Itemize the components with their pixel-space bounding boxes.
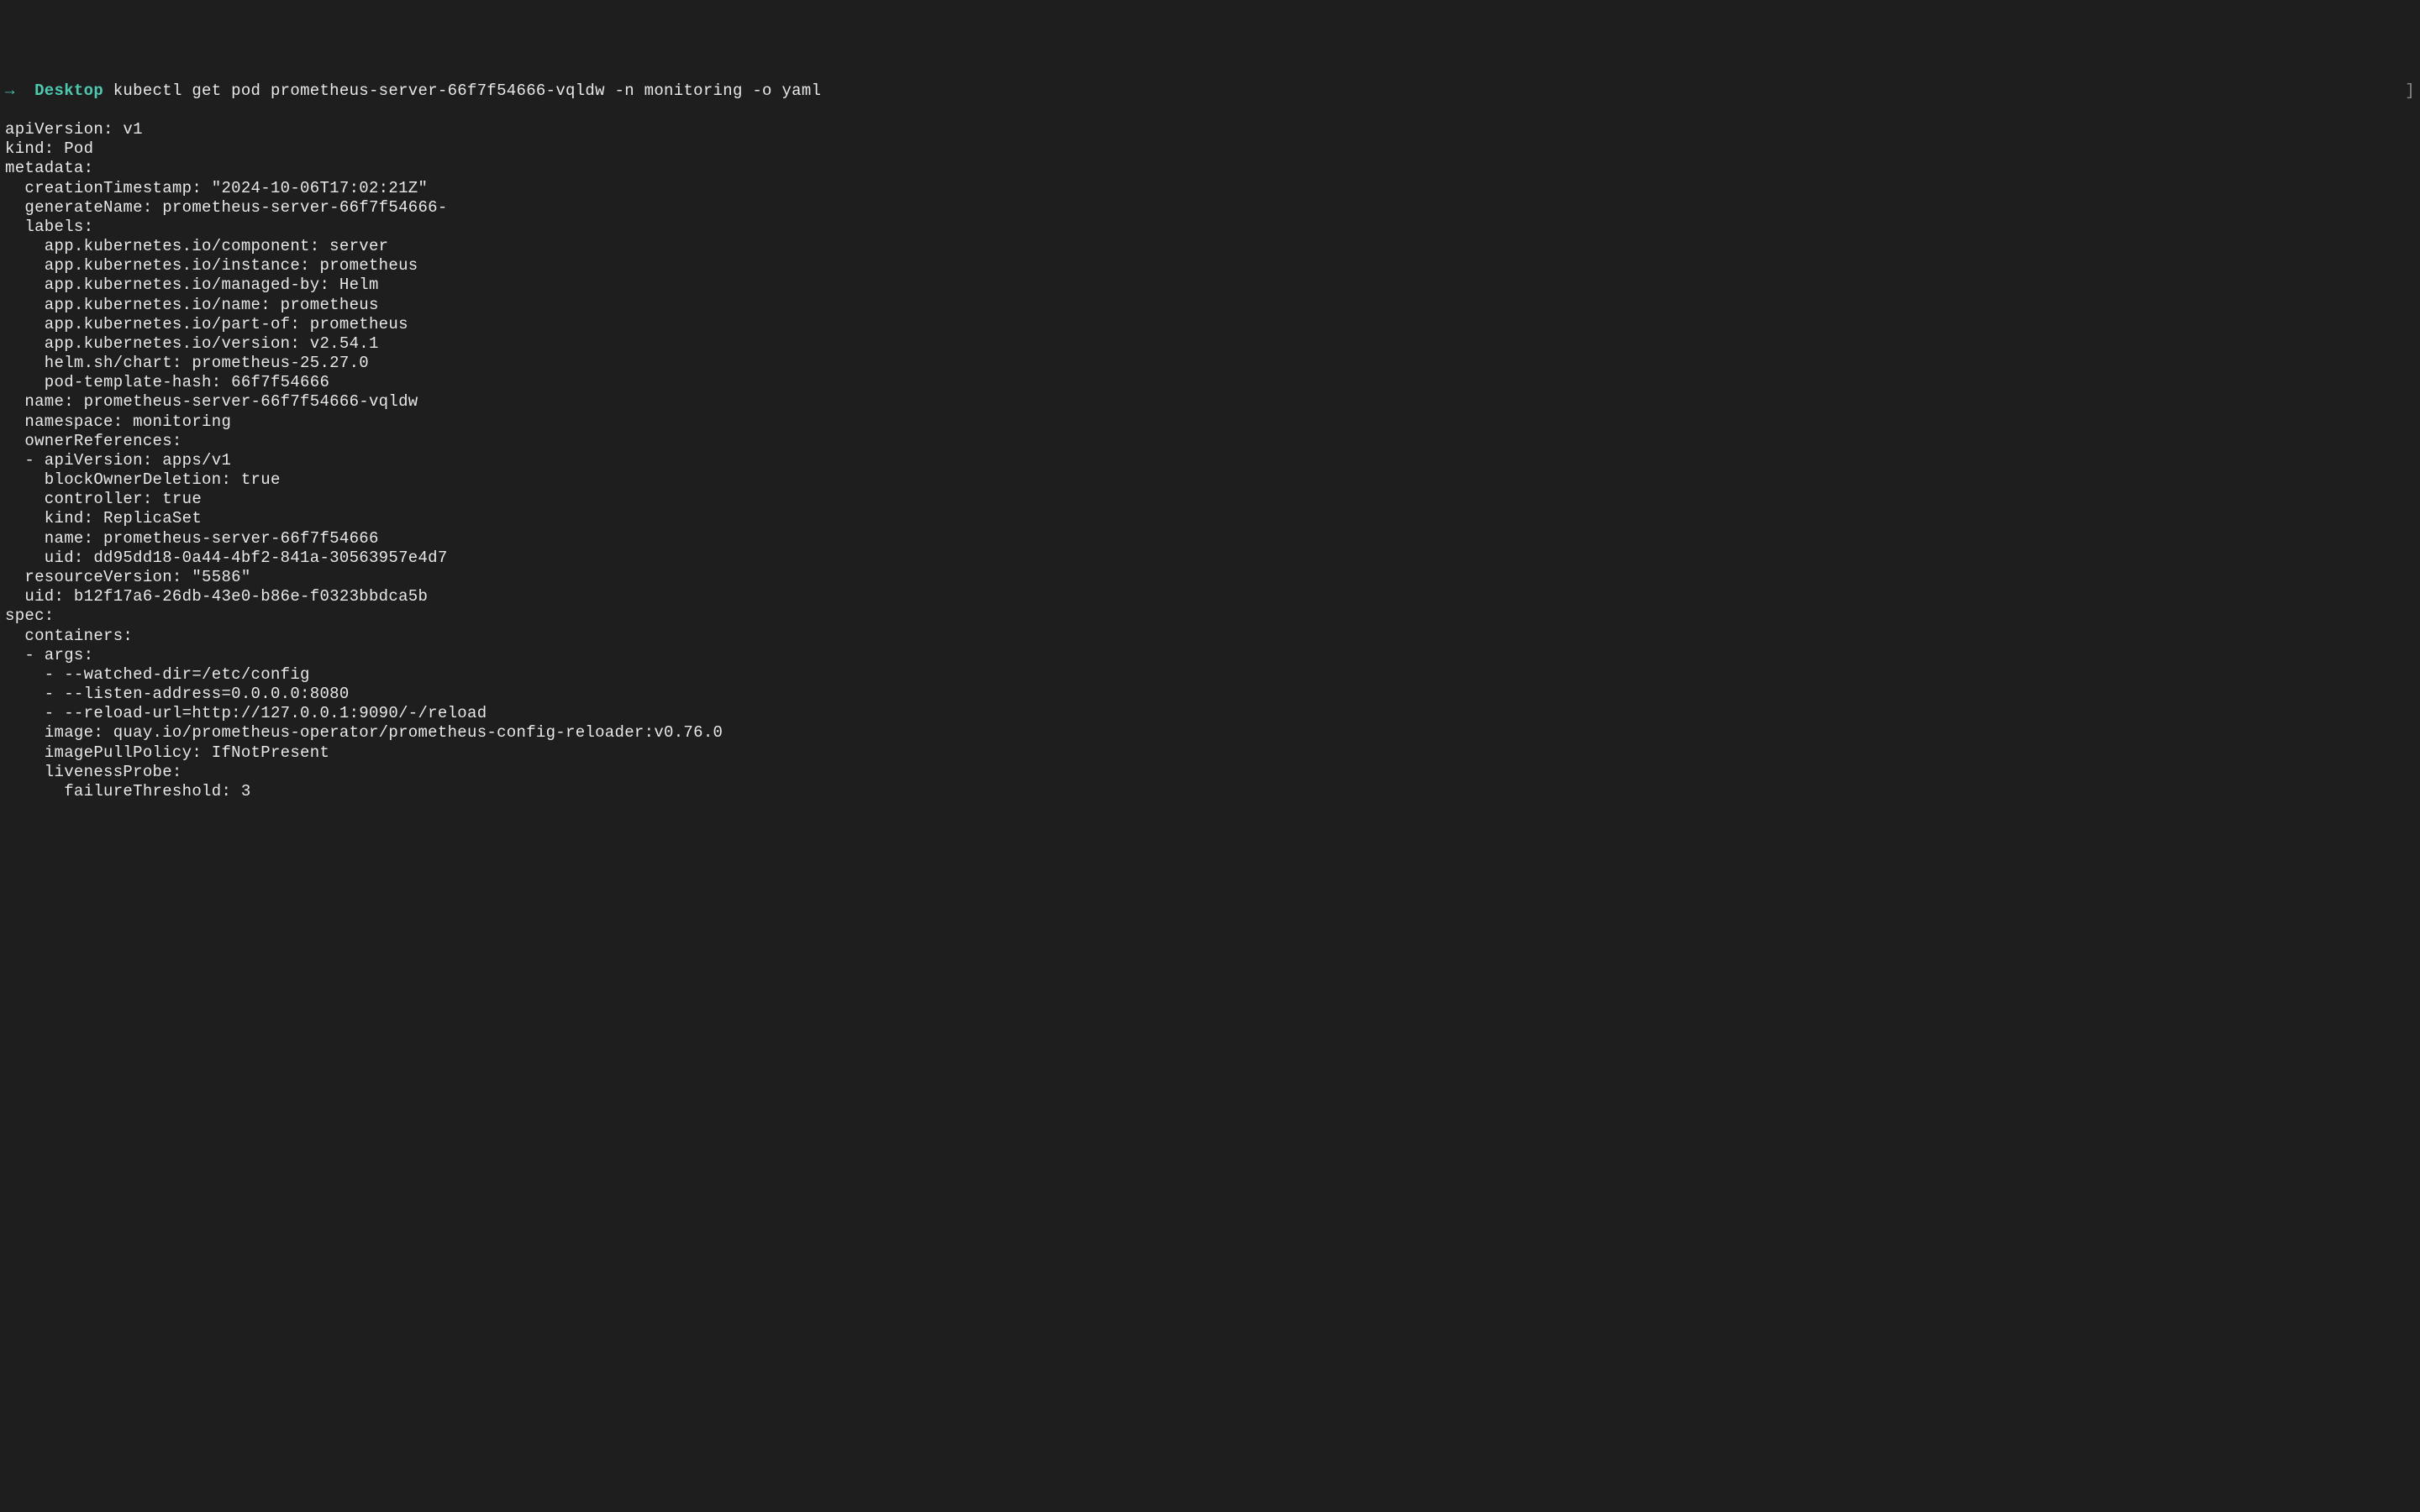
prompt-directory: Desktop bbox=[34, 81, 103, 100]
prompt-arrow-icon: → bbox=[5, 81, 15, 100]
terminal-window[interactable]: → Desktop kubectl get pod prometheus-ser… bbox=[5, 81, 2415, 801]
bracket-indicator: ] bbox=[2405, 81, 2415, 101]
command-output: apiVersion: v1 kind: Pod metadata: creat… bbox=[5, 120, 2415, 801]
prompt-line: → Desktop kubectl get pod prometheus-ser… bbox=[5, 81, 821, 100]
command-text: kubectl get pod prometheus-server-66f7f5… bbox=[113, 81, 822, 100]
